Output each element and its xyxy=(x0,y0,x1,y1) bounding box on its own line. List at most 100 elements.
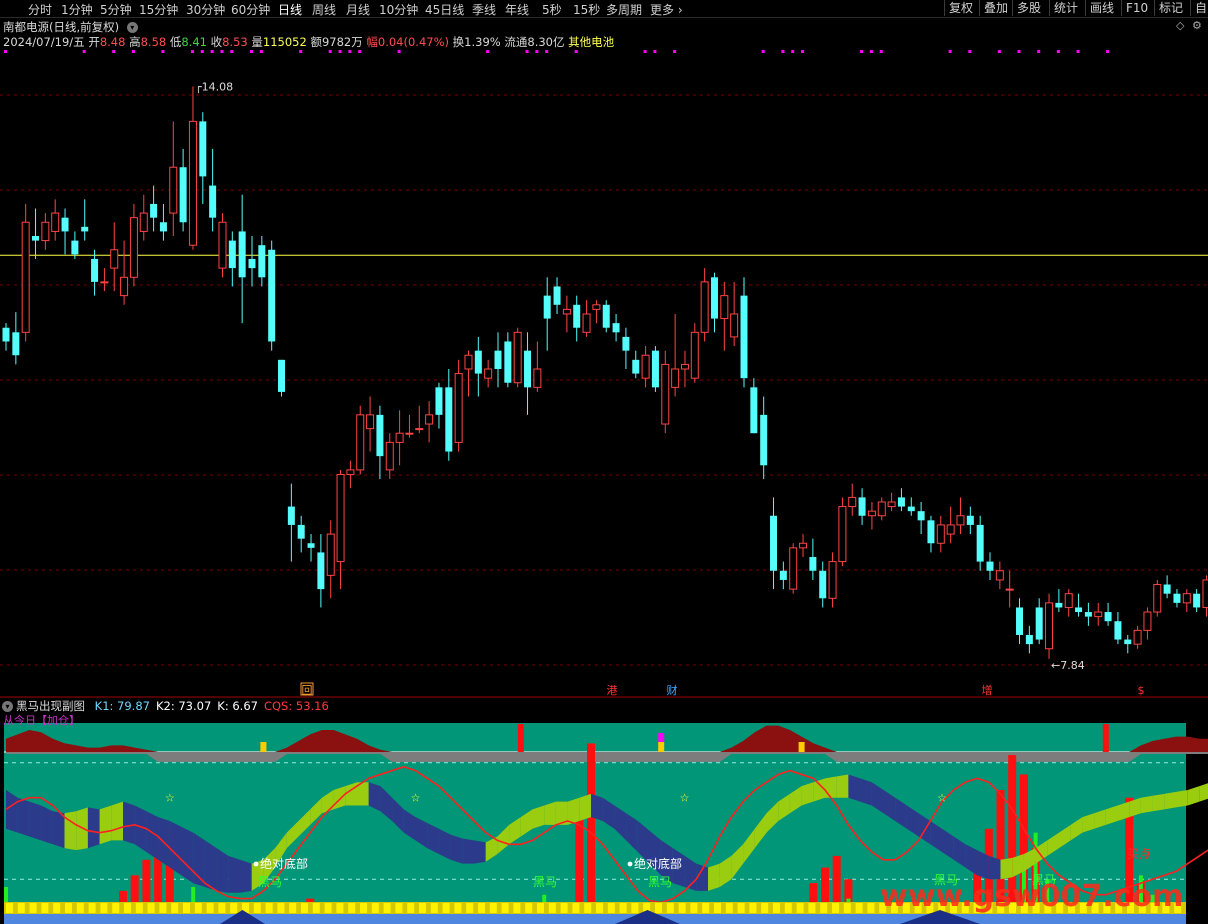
quote-row: 2024/07/19/五 开8.48 高8.58 低8.41 收8.53 量11… xyxy=(3,34,614,50)
candle-body xyxy=(858,497,866,516)
sector-link[interactable]: 其他电池 xyxy=(568,35,614,49)
timeframe-tab[interactable]: 日线 xyxy=(278,1,302,18)
candle-body xyxy=(150,203,158,218)
baseline-tick xyxy=(749,903,757,913)
band-segment xyxy=(29,801,42,841)
close-value: 8.53 xyxy=(222,35,248,49)
band-segment xyxy=(1000,857,1013,880)
signal-dot xyxy=(673,50,677,53)
svg-text:绝对底部: 绝对底部 xyxy=(634,856,682,871)
candle xyxy=(504,332,512,388)
candle xyxy=(720,281,729,351)
candle-body xyxy=(513,331,522,384)
timeframe-tab[interactable]: 多周期 xyxy=(606,1,642,18)
baseline-tick xyxy=(395,903,403,913)
toolbar-button[interactable]: 标记 xyxy=(1154,0,1187,16)
candle xyxy=(1016,598,1024,645)
baseline-tick xyxy=(737,903,745,913)
candle-body xyxy=(661,363,670,425)
timeframe-tab[interactable]: 5分钟 xyxy=(100,1,132,18)
candle xyxy=(897,488,905,512)
timeframe-tab[interactable]: 10分钟 xyxy=(379,1,418,18)
candle xyxy=(760,396,768,480)
candle xyxy=(582,300,591,337)
signal-dot xyxy=(299,50,303,53)
kline-chart-area[interactable]: 回 港 财 增 $ ┌14.08 ←7.84 ☆ ☆ ☆ ☆ 绝对底部 绝对底部黑马 黑马 黑马 黑马… xyxy=(0,0,1208,924)
candle-body xyxy=(1124,639,1132,645)
timeframe-tab[interactable]: 周线 xyxy=(312,1,336,18)
candle xyxy=(936,515,945,553)
candle xyxy=(946,506,955,544)
amount-label: 额 xyxy=(310,35,322,49)
timeframe-tab[interactable]: 15分钟 xyxy=(139,1,178,18)
band-segment xyxy=(988,855,1001,880)
toolbar-button[interactable]: 自 xyxy=(1190,0,1208,16)
settings-icon[interactable]: ⚙ xyxy=(1192,19,1204,32)
more-menu[interactable]: 更多 › xyxy=(650,1,683,18)
candle-body xyxy=(474,350,482,374)
candle-body xyxy=(760,414,768,466)
candle-body xyxy=(1075,607,1083,613)
red-signal-bar xyxy=(517,724,524,752)
baseline-tick xyxy=(454,903,462,913)
magenta-marker xyxy=(658,733,665,742)
dropdown-icon[interactable]: ▾ xyxy=(2,701,13,712)
band-segment xyxy=(825,776,837,798)
timeframe-tab[interactable]: 季线 xyxy=(472,1,496,18)
candle xyxy=(651,346,659,392)
signal-label: 黑马 xyxy=(648,875,672,889)
candle xyxy=(1084,602,1092,626)
toolbar-button[interactable]: 多股 xyxy=(1012,0,1045,16)
candle-body xyxy=(867,510,876,517)
dropdown-icon[interactable]: ▾ xyxy=(126,22,138,33)
candle-body xyxy=(602,304,610,328)
timeframe-tab[interactable]: 5秒 xyxy=(542,1,562,18)
band-segment xyxy=(193,832,205,887)
toolbar-button[interactable]: 复权 xyxy=(944,0,977,16)
close-icon[interactable]: ◇ xyxy=(1176,19,1188,32)
candle xyxy=(41,213,50,250)
candle xyxy=(573,295,581,342)
timeframe-tab[interactable]: 15秒 xyxy=(573,1,600,18)
candle xyxy=(51,199,60,241)
candle-body xyxy=(700,281,709,333)
candle-body xyxy=(366,414,375,430)
baseline-tick xyxy=(159,903,167,913)
indicator-param: K2: 73.07 xyxy=(155,699,212,713)
band-segment xyxy=(52,811,65,849)
timeframe-tab[interactable]: 45日线 xyxy=(425,1,464,18)
candle-body xyxy=(12,332,20,356)
timeframe-tab[interactable]: 分时 xyxy=(28,1,52,18)
candle xyxy=(799,534,808,558)
toolbar-button[interactable]: 叠加 xyxy=(979,0,1012,16)
baseline-tick xyxy=(183,903,190,913)
candle xyxy=(917,501,925,535)
float-label: 流通 xyxy=(504,35,528,49)
candle-body xyxy=(710,277,718,319)
candle-body xyxy=(454,373,463,443)
candle xyxy=(770,497,778,590)
baseline-tick xyxy=(466,903,474,913)
star-icon: ☆ xyxy=(411,792,421,805)
baseline-tick xyxy=(548,903,556,913)
candle xyxy=(848,483,857,516)
baseline-tick xyxy=(312,903,320,913)
signal-dot xyxy=(338,50,342,53)
buy-point-label: 买点 xyxy=(1127,847,1151,861)
timeframe-tab[interactable]: 1分钟 xyxy=(61,1,93,18)
candle-body xyxy=(907,506,915,512)
yellow-marker xyxy=(798,742,805,752)
signal-dot xyxy=(486,50,490,53)
timeframe-tab[interactable]: 60分钟 xyxy=(231,1,270,18)
candle-body xyxy=(819,570,827,599)
baseline-tick xyxy=(112,903,120,913)
timeframe-tab[interactable]: 月线 xyxy=(346,1,370,18)
toolbar-button[interactable]: 画线 xyxy=(1085,0,1118,16)
timeframe-tab[interactable]: 年线 xyxy=(505,1,529,18)
signal-dot xyxy=(131,50,135,53)
candle-body xyxy=(209,185,217,218)
timeframe-tab[interactable]: 30分钟 xyxy=(186,1,225,18)
baseline-tick xyxy=(501,903,509,913)
toolbar-button[interactable]: 统计 xyxy=(1049,0,1082,16)
toolbar-button[interactable]: F10 xyxy=(1121,0,1152,16)
